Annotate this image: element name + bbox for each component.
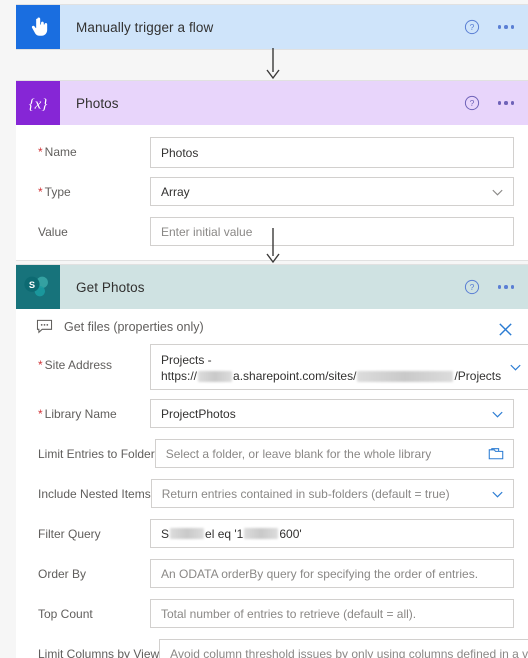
trigger-title: Manually trigger a flow bbox=[76, 19, 214, 35]
redacted-column-name bbox=[170, 528, 205, 539]
limit-entries-placeholder: Select a folder, or leave blank for the … bbox=[165, 446, 432, 461]
filter-query-part1: S bbox=[161, 526, 170, 541]
field-row-order-by: Order By An ODATA orderBy query for spec… bbox=[16, 559, 528, 590]
field-row-type: * Type Array bbox=[16, 177, 528, 208]
sub-action-get-files[interactable]: Get files (properties only) bbox=[16, 309, 528, 344]
field-row-name: * Name Photos bbox=[16, 137, 528, 168]
hand-pointer-icon bbox=[16, 5, 60, 49]
flow-designer-canvas: Manually trigger a flow ? {x} Photos ? *… bbox=[0, 0, 528, 658]
field-label-top-count: Top Count bbox=[38, 607, 93, 621]
connector-variable-to-sharepoint bbox=[266, 228, 280, 264]
folder-picker-icon[interactable] bbox=[488, 447, 504, 461]
field-row-limit-columns-by-view: Limit Columns by View Avoid column thres… bbox=[16, 639, 528, 658]
svg-text:?: ? bbox=[469, 98, 474, 108]
more-options-icon[interactable] bbox=[496, 97, 517, 109]
field-label-filter-query: Filter Query bbox=[38, 527, 101, 541]
variable-title: Photos bbox=[76, 95, 119, 111]
field-row-filter-query: Filter Query S el eq '1 600' bbox=[16, 519, 528, 550]
required-asterisk: * bbox=[38, 185, 43, 199]
field-row-site-address: * Site Address Projects - https:// a.shar… bbox=[16, 344, 528, 390]
top-count-placeholder: Total number of entries to retrieve (def… bbox=[161, 606, 417, 621]
svg-text:S: S bbox=[29, 280, 35, 290]
svg-text:?: ? bbox=[469, 282, 474, 292]
chevron-down-icon[interactable] bbox=[508, 360, 523, 375]
field-row-top-count: Top Count Total number of entries to ret… bbox=[16, 599, 528, 630]
filter-query-part3: 600' bbox=[279, 526, 302, 541]
name-input[interactable]: Photos bbox=[150, 137, 514, 168]
field-row-include-nested-items: Include Nested Items Return entries cont… bbox=[16, 479, 528, 510]
svg-text:{x}: {x} bbox=[29, 96, 48, 112]
filter-query-value: S el eq '1 600' bbox=[161, 527, 302, 541]
field-label-limit-entries-to-folder: Limit Entries to Folder bbox=[38, 447, 155, 461]
library-name-dropdown[interactable]: ProjectPhotos bbox=[150, 399, 514, 428]
filter-query-input[interactable]: S el eq '1 600' bbox=[150, 519, 514, 548]
site-address-url: https:// a.sharepoint.com/sites/ /Projec… bbox=[161, 369, 501, 383]
chevron-down-icon[interactable] bbox=[490, 184, 505, 199]
field-label-order-by: Order By bbox=[38, 567, 87, 581]
library-name-value: ProjectPhotos bbox=[161, 406, 236, 421]
comment-bubble-icon bbox=[36, 319, 53, 334]
sub-action-label: Get files (properties only) bbox=[64, 319, 204, 334]
url-prefix: https:// bbox=[161, 369, 198, 383]
redacted-site-name bbox=[357, 370, 454, 382]
connector-trigger-to-variable bbox=[266, 48, 280, 80]
variable-header[interactable]: {x} Photos ? bbox=[16, 81, 528, 125]
field-label-include-nested-items: Include Nested Items bbox=[38, 487, 151, 501]
sharepoint-header-actions: ? bbox=[464, 265, 517, 309]
order-by-input[interactable]: An ODATA orderBy query for specifying th… bbox=[150, 559, 514, 588]
include-nested-items-placeholder: Return entries contained in sub-folders … bbox=[161, 486, 450, 501]
field-label-value: Value bbox=[38, 225, 68, 239]
value-input[interactable]: Enter initial value bbox=[150, 217, 514, 246]
help-icon[interactable]: ? bbox=[464, 19, 480, 35]
limit-entries-to-folder-input[interactable]: Select a folder, or leave blank for the … bbox=[154, 439, 514, 468]
flow-step-trigger[interactable]: Manually trigger a flow ? bbox=[16, 4, 528, 50]
close-icon[interactable] bbox=[497, 321, 514, 338]
flow-step-get-photos[interactable]: S Get Photos ? Get files (properties onl… bbox=[16, 264, 528, 658]
variable-braces-icon: {x} bbox=[16, 81, 60, 125]
filter-query-part2: el eq '1 bbox=[205, 526, 244, 541]
chevron-down-icon[interactable] bbox=[490, 486, 505, 501]
field-label-name: * Name bbox=[38, 145, 77, 159]
url-suffix: /Projects bbox=[454, 369, 502, 383]
include-nested-items-dropdown[interactable]: Return entries contained in sub-folders … bbox=[150, 479, 514, 508]
trigger-header[interactable]: Manually trigger a flow ? bbox=[16, 5, 528, 49]
redacted-value bbox=[244, 528, 279, 539]
field-label-site-address: * Site Address bbox=[38, 358, 113, 372]
name-input-value: Photos bbox=[161, 145, 199, 160]
limit-columns-by-view-dropdown[interactable]: Avoid column threshold issues by only us… bbox=[159, 639, 528, 658]
redacted-tenant bbox=[198, 370, 233, 382]
field-label-type: * Type bbox=[38, 185, 71, 199]
sharepoint-header[interactable]: S Get Photos ? bbox=[16, 265, 528, 309]
sharepoint-body: Get files (properties only) * Site Addres… bbox=[16, 309, 528, 658]
field-label-limit-columns-by-view: Limit Columns by View bbox=[38, 647, 160, 658]
order-by-placeholder: An ODATA orderBy query for specifying th… bbox=[161, 566, 479, 581]
type-dropdown-value: Array bbox=[161, 184, 190, 199]
type-dropdown[interactable]: Array bbox=[150, 177, 514, 206]
sharepoint-icon: S bbox=[16, 265, 60, 309]
required-asterisk: * bbox=[38, 358, 43, 372]
variable-header-actions: ? bbox=[464, 81, 517, 125]
limit-columns-placeholder: Avoid column threshold issues by only us… bbox=[170, 646, 528, 658]
more-options-icon[interactable] bbox=[496, 21, 517, 33]
sharepoint-title: Get Photos bbox=[76, 279, 145, 295]
required-asterisk: * bbox=[38, 145, 43, 159]
site-address-dropdown[interactable]: Projects - https:// a.sharepoint.com/sit… bbox=[150, 344, 528, 390]
url-mid: a.sharepoint.com/sites/ bbox=[233, 369, 357, 383]
more-options-icon[interactable] bbox=[496, 281, 517, 293]
required-asterisk: * bbox=[38, 407, 43, 421]
chevron-down-icon[interactable] bbox=[490, 406, 505, 421]
trigger-header-actions: ? bbox=[464, 5, 517, 49]
site-address-line1: Projects - bbox=[161, 353, 212, 367]
field-label-library-name: * Library Name bbox=[38, 407, 117, 421]
field-row-limit-entries-to-folder: Limit Entries to Folder Select a folder,… bbox=[16, 439, 528, 470]
value-input-placeholder: Enter initial value bbox=[161, 224, 253, 239]
help-icon[interactable]: ? bbox=[464, 279, 480, 295]
top-count-input[interactable]: Total number of entries to retrieve (def… bbox=[150, 599, 514, 628]
field-row-library-name: * Library Name ProjectPhotos bbox=[16, 399, 528, 430]
svg-text:?: ? bbox=[469, 22, 474, 32]
help-icon[interactable]: ? bbox=[464, 95, 480, 111]
